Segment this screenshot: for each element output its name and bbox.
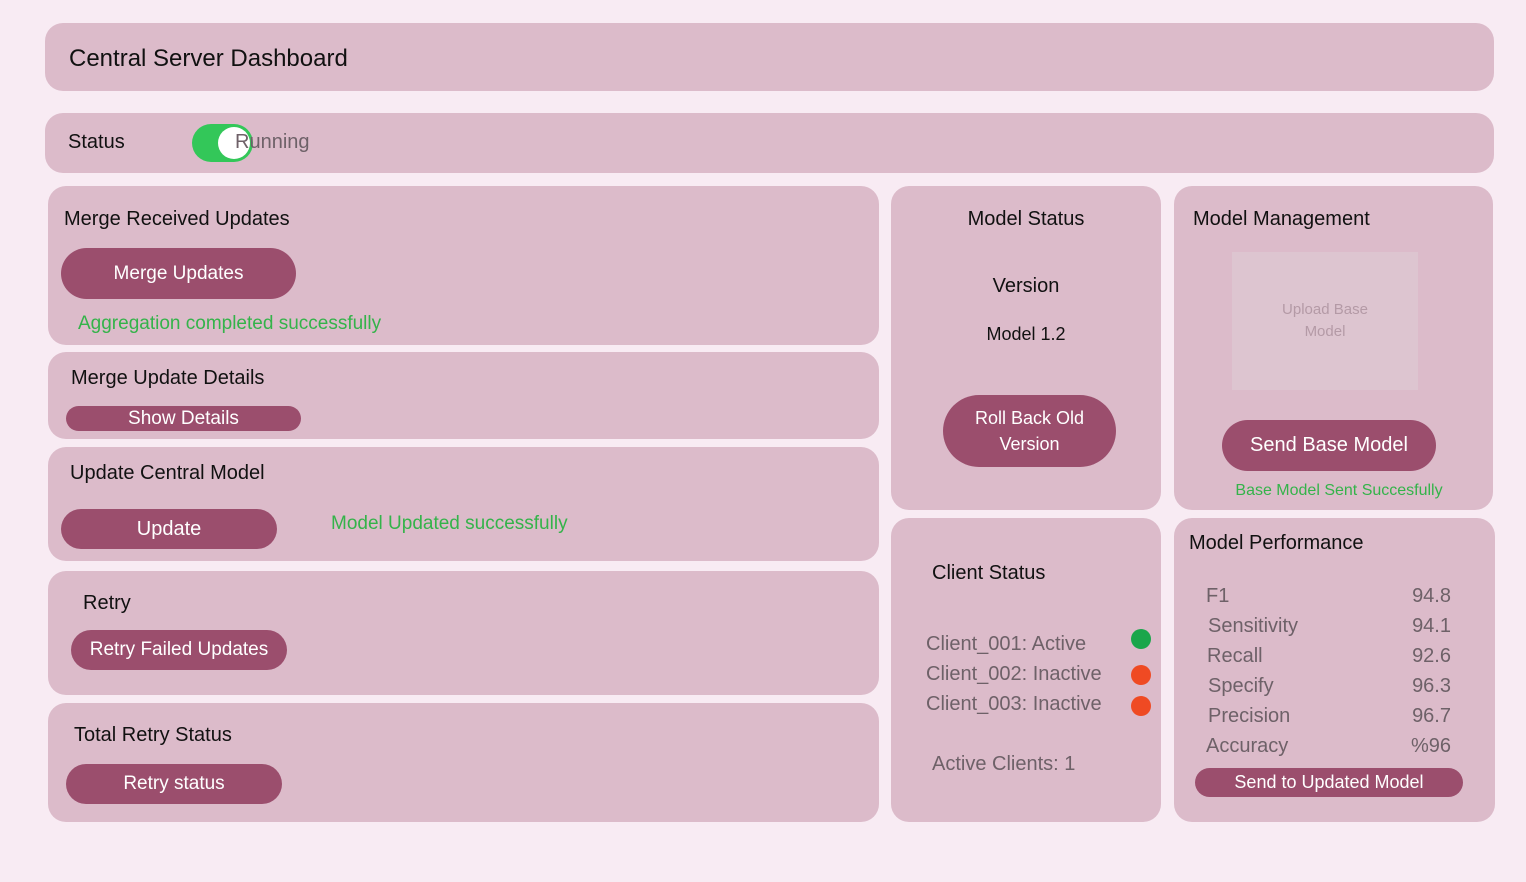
version-label: Version bbox=[992, 275, 1060, 297]
metric-value-sensitivity: 94.1 bbox=[1412, 615, 1451, 637]
roll-back-button[interactable]: Roll Back Old Version bbox=[943, 395, 1116, 467]
active-clients-count: Active Clients: 1 bbox=[932, 753, 1076, 775]
model-status-card: Model Status Version Model 1.2 Roll Back… bbox=[891, 186, 1161, 510]
merge-updates-button[interactable]: Merge Updates bbox=[61, 248, 296, 299]
status-bar: Status Running bbox=[45, 113, 1494, 173]
model-status-title: Model Status bbox=[967, 208, 1085, 230]
retry-card: Retry Retry Failed Updates bbox=[48, 571, 879, 695]
metric-label-f1: F1 bbox=[1206, 585, 1230, 607]
page-title: Central Server Dashboard bbox=[69, 45, 348, 72]
metric-value-recall: 92.6 bbox=[1412, 645, 1451, 667]
metric-value-accuracy: %96 bbox=[1410, 735, 1451, 757]
client-1-status-dot bbox=[1131, 629, 1151, 649]
merge-details-card: Merge Update Details Show Details bbox=[48, 352, 879, 439]
metric-label-recall: Recall bbox=[1207, 645, 1263, 667]
metric-label-specify: Specify bbox=[1208, 675, 1274, 697]
header-bar: Central Server Dashboard bbox=[45, 23, 1494, 91]
total-retry-card: Total Retry Status Retry status bbox=[48, 703, 879, 822]
merge-received-title: Merge Received Updates bbox=[64, 208, 290, 230]
model-performance-card: Model Performance F1 94.8 Sensitivity 94… bbox=[1174, 518, 1495, 822]
client-item-1: Client_001: Active bbox=[926, 633, 1087, 655]
retry-status-button[interactable]: Retry status bbox=[66, 764, 282, 804]
update-central-card: Update Central Model Update Model Update… bbox=[48, 447, 879, 561]
upload-line2: Model bbox=[1304, 323, 1346, 340]
client-status-title: Client Status bbox=[932, 562, 1046, 584]
send-to-updated-model-button[interactable]: Send to Updated Model bbox=[1195, 768, 1463, 797]
client-status-card: Client Status Client_001: Active Client_… bbox=[891, 518, 1161, 822]
update-button[interactable]: Update bbox=[61, 509, 277, 549]
retry-title: Retry bbox=[83, 592, 131, 614]
metric-value-precision: 96.7 bbox=[1412, 705, 1451, 727]
roll-back-line2: Version bbox=[999, 434, 1060, 454]
client-2-status-dot bbox=[1131, 665, 1151, 685]
metric-value-specify: 96.3 bbox=[1412, 675, 1451, 697]
upload-line1: Upload Base bbox=[1282, 301, 1368, 318]
update-central-title: Update Central Model bbox=[70, 462, 265, 484]
status-label: Status bbox=[68, 131, 125, 153]
send-base-model-button[interactable]: Send Base Model bbox=[1222, 420, 1436, 471]
metric-label-precision: Precision bbox=[1208, 705, 1291, 727]
status-state: Running bbox=[235, 131, 310, 153]
aggregation-message: Aggregation completed successfully bbox=[78, 313, 382, 334]
retry-failed-button[interactable]: Retry Failed Updates bbox=[71, 630, 287, 670]
client-item-2: Client_002: Inactive bbox=[926, 663, 1102, 685]
client-item-3: Client_003: Inactive bbox=[926, 693, 1102, 715]
model-performance-title: Model Performance bbox=[1189, 532, 1364, 554]
model-updated-message: Model Updated successfully bbox=[331, 513, 568, 534]
metric-label-accuracy: Accuracy bbox=[1206, 735, 1289, 757]
merge-details-title: Merge Update Details bbox=[71, 367, 265, 389]
roll-back-line1: Roll Back Old bbox=[974, 408, 1085, 428]
metric-label-sensitivity: Sensitivity bbox=[1208, 615, 1299, 637]
metric-value-f1: 94.8 bbox=[1412, 585, 1451, 607]
model-management-card: Model Management Upload Base Model Send … bbox=[1174, 186, 1493, 510]
version-value: Model 1.2 bbox=[986, 324, 1066, 344]
show-details-button[interactable]: Show Details bbox=[66, 406, 301, 431]
upload-base-model-box[interactable]: Upload Base Model bbox=[1232, 252, 1418, 390]
client-3-status-dot bbox=[1131, 696, 1151, 716]
model-management-title: Model Management bbox=[1193, 208, 1370, 230]
base-model-sent-message: Base Model Sent Succesfully bbox=[1235, 482, 1443, 499]
total-retry-title: Total Retry Status bbox=[74, 724, 232, 746]
merge-received-card: Merge Received Updates Merge Updates Agg… bbox=[48, 186, 879, 345]
